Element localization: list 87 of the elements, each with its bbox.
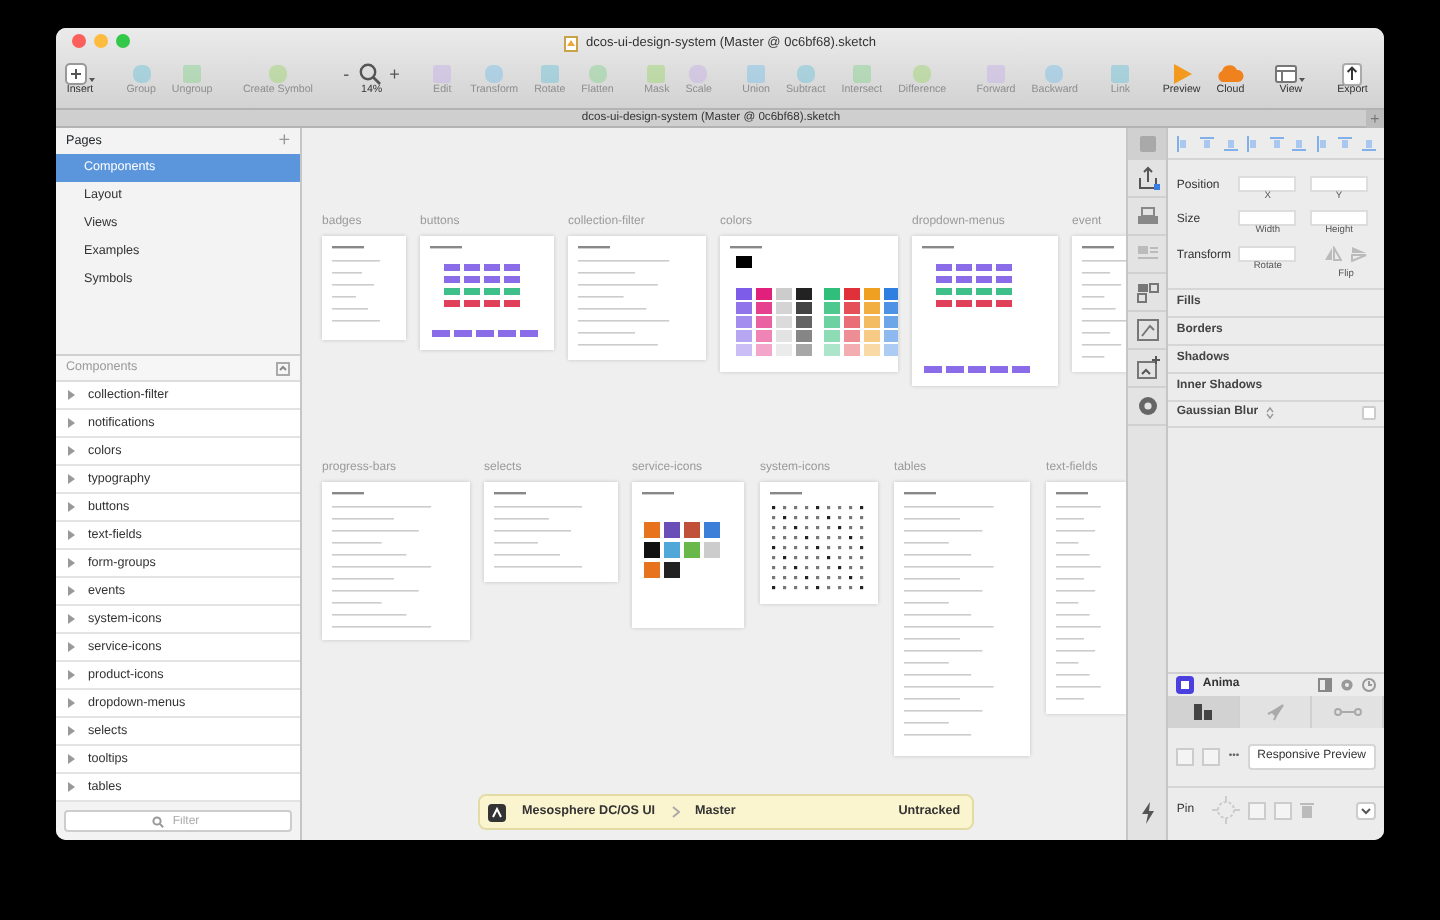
disclosure-triangle-icon[interactable] — [66, 782, 76, 792]
minimize-button[interactable] — [94, 34, 108, 48]
disclosure-triangle-icon[interactable] — [66, 390, 76, 400]
flip-horizontal-icon[interactable] — [1324, 245, 1343, 262]
disclosure-triangle-icon[interactable] — [66, 670, 76, 680]
number-field[interactable] — [1238, 210, 1297, 227]
gear-icon[interactable] — [1340, 678, 1355, 692]
search-icon — [357, 62, 382, 87]
shape-icon — [1042, 62, 1067, 87]
shape-icon — [744, 62, 769, 87]
disclosure-triangle-icon[interactable] — [66, 614, 76, 624]
chevron-icon — [671, 806, 680, 818]
maximize-button[interactable] — [116, 34, 130, 48]
number-field[interactable] — [1238, 176, 1297, 192]
gear-icon[interactable] — [1133, 392, 1162, 420]
shape-icon — [537, 62, 562, 87]
panel-tab[interactable] — [1168, 696, 1241, 728]
app-logo-icon — [1176, 676, 1195, 694]
search-icon — [152, 816, 164, 828]
artboard[interactable] — [720, 236, 899, 373]
disclosure-triangle-icon[interactable] — [66, 642, 76, 652]
disclosure-triangle-icon[interactable] — [66, 530, 76, 540]
trash-icon[interactable] — [1300, 802, 1315, 818]
image-edit-icon[interactable] — [1133, 316, 1162, 344]
number-field[interactable] — [1310, 176, 1369, 192]
number-field[interactable] — [1238, 245, 1297, 262]
shape-icon — [849, 62, 874, 87]
disclosure-triangle-icon[interactable] — [66, 586, 76, 596]
disclosure-triangle-icon[interactable] — [66, 418, 76, 428]
zoom-out-button[interactable]: - — [343, 65, 350, 84]
shape-icon — [482, 62, 507, 87]
shape-icon — [180, 62, 205, 87]
flip-vertical-icon[interactable] — [1350, 245, 1369, 262]
stepper-icon[interactable] — [1266, 406, 1275, 421]
upload-icon — [1340, 62, 1365, 87]
disclosure-triangle-icon[interactable] — [66, 726, 76, 736]
close-button[interactable] — [72, 34, 86, 48]
rocket-icon — [1266, 703, 1285, 721]
pin-icon[interactable] — [1212, 796, 1241, 824]
cloud-icon — [1216, 62, 1245, 87]
clock-icon[interactable] — [1362, 678, 1377, 692]
disclosure-triangle-icon[interactable] — [66, 502, 76, 512]
align-icon[interactable] — [1338, 135, 1353, 151]
align-icon[interactable] — [1315, 135, 1330, 151]
shape-icon — [984, 62, 1009, 87]
align-icon[interactable] — [1199, 135, 1214, 151]
share-icon[interactable] — [1133, 164, 1162, 192]
align-icon[interactable] — [1223, 135, 1238, 151]
link-icon — [1333, 706, 1362, 718]
disclosure-triangle-icon[interactable] — [66, 474, 76, 484]
plus-icon — [64, 62, 96, 87]
collapse-icon[interactable] — [276, 361, 291, 375]
align-icon[interactable] — [1269, 135, 1284, 151]
shape-icon — [129, 62, 154, 87]
zoom-in-button[interactable]: + — [389, 65, 400, 84]
lightning-icon[interactable] — [1139, 802, 1156, 824]
panel-icon[interactable] — [1318, 678, 1333, 692]
shape-icon — [1108, 62, 1133, 87]
dropdown-icon[interactable] — [1356, 801, 1377, 819]
shape-icon — [585, 62, 610, 87]
align-icon[interactable] — [1246, 135, 1261, 151]
disclosure-triangle-icon[interactable] — [66, 754, 76, 764]
disclosure-triangle-icon[interactable] — [66, 558, 76, 568]
shape-icon — [265, 62, 290, 87]
disclosure-triangle-icon[interactable] — [66, 698, 76, 708]
shape-icon — [644, 62, 669, 87]
printer-icon[interactable] — [1133, 202, 1162, 230]
repository-icon — [488, 803, 507, 821]
toggle-button[interactable] — [1176, 748, 1195, 766]
disclosure-triangle-icon[interactable] — [66, 446, 76, 456]
shape-icon — [430, 62, 455, 87]
shape-icon — [910, 62, 935, 87]
checkbox[interactable] — [1362, 406, 1377, 421]
artboard[interactable] — [632, 482, 745, 629]
close-button[interactable] — [1202, 748, 1221, 766]
align-icon[interactable] — [1292, 135, 1307, 151]
play-icon — [1169, 62, 1194, 87]
number-field[interactable] — [1310, 210, 1369, 227]
layers-icon[interactable] — [1133, 278, 1162, 306]
window-icon — [1274, 62, 1307, 87]
align-icon[interactable] — [1176, 135, 1191, 151]
document-icon — [564, 35, 579, 51]
shape-icon — [686, 62, 711, 87]
shape-icon — [793, 62, 818, 87]
image-add-icon[interactable] — [1133, 354, 1162, 382]
bar-chart-icon — [1194, 704, 1213, 720]
align-icon[interactable] — [1362, 135, 1377, 151]
